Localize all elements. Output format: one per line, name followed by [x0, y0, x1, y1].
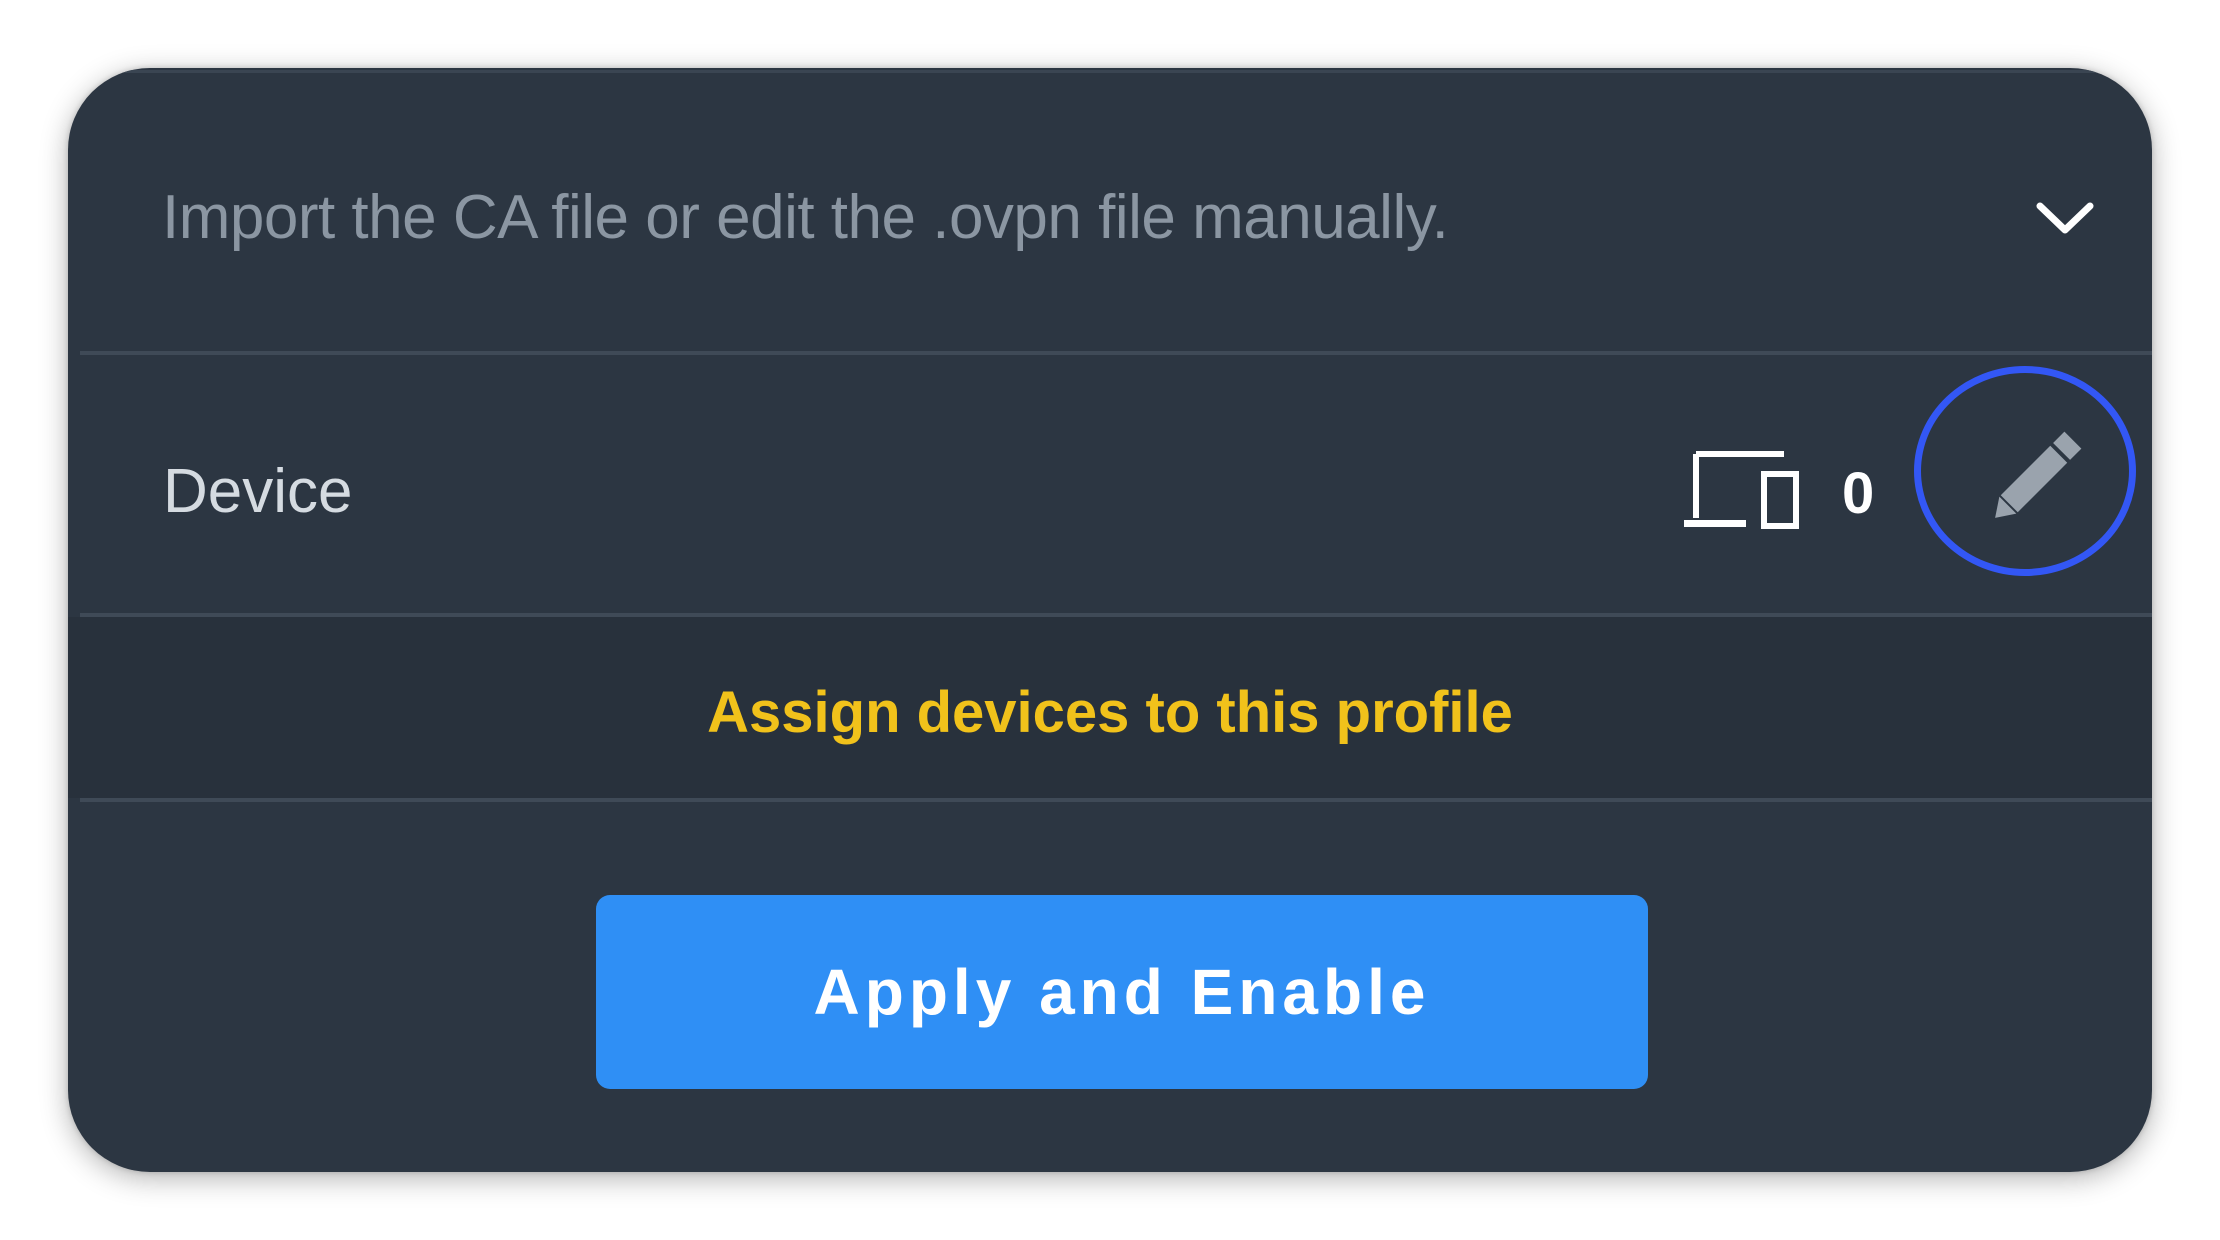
section-divider [80, 798, 2152, 802]
edit-devices-button[interactable] [1914, 366, 2144, 584]
device-count: 0 [1842, 461, 1875, 526]
pencil-icon[interactable] [1978, 422, 2090, 536]
assign-devices-link[interactable]: Assign devices to this profile [68, 679, 2152, 746]
device-label: Device [163, 457, 353, 526]
ca-import-description: Import the CA file or edit the .ovpn fil… [162, 183, 1449, 252]
section-divider [80, 351, 2152, 355]
apply-and-enable-button[interactable]: Apply and Enable [596, 895, 1648, 1089]
devices-icon [1684, 451, 1799, 529]
ca-import-section[interactable]: Import the CA file or edit the .ovpn fil… [68, 68, 2152, 353]
vpn-profile-panel: Import the CA file or edit the .ovpn fil… [68, 68, 2152, 1172]
chevron-down-icon[interactable] [2030, 188, 2100, 248]
